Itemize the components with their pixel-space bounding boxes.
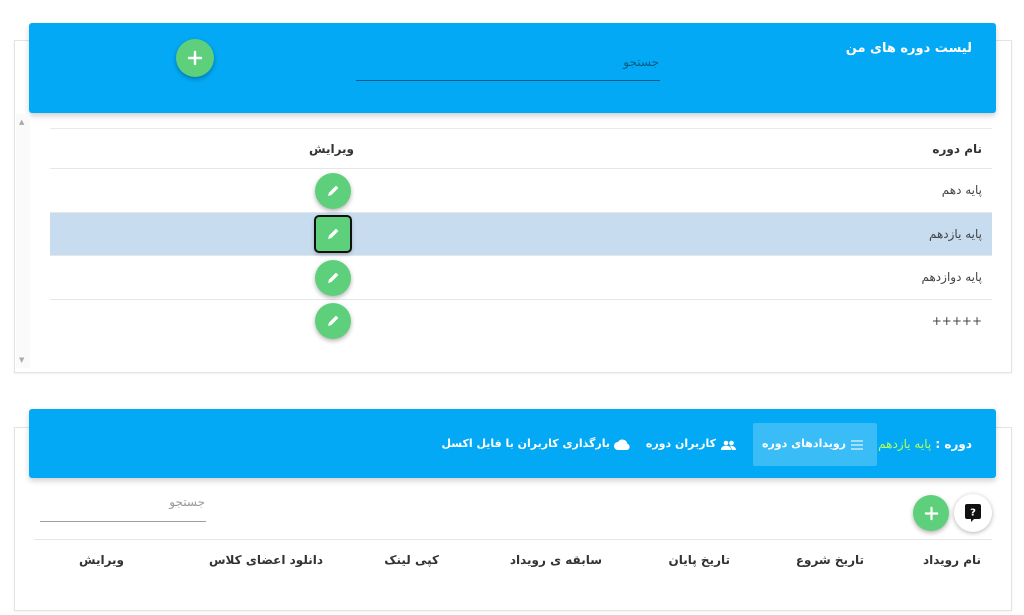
pencil-icon <box>328 228 339 239</box>
add-event-button[interactable] <box>913 495 949 531</box>
edit-course-button[interactable] <box>315 260 351 296</box>
course-name: +++++ <box>931 314 982 328</box>
cloud-icon <box>614 439 630 450</box>
tab-label: رویدادهای دوره <box>761 437 846 450</box>
list-icon <box>851 440 863 450</box>
plus-icon <box>924 506 938 520</box>
table-row-selected[interactable]: پایه یازدهم <box>50 213 992 255</box>
scroll-down-arrow-icon[interactable]: ▼ <box>19 356 24 364</box>
course-label: دوره : <box>935 437 972 451</box>
col-header-course-name: نام دوره <box>932 142 982 156</box>
col-header-event-name: نام رویداد <box>922 553 981 567</box>
col-header-start-date: تاریخ شروع <box>795 553 864 567</box>
pencil-icon <box>328 315 339 326</box>
edit-course-button[interactable] <box>314 215 352 253</box>
current-course-name: پایه یازدهم <box>878 437 932 451</box>
col-header-download-members: دانلود اعضای کلاس <box>209 553 323 567</box>
add-course-button[interactable] <box>176 39 214 77</box>
scroll-up-arrow-icon[interactable]: ▲ <box>19 118 24 126</box>
events-header: دوره : پایه یازدهم رویدادهای دوره کاربرا… <box>29 409 996 478</box>
search-input[interactable]: جستجو <box>356 49 660 81</box>
tab-course-users[interactable]: کاربران دوره <box>645 423 741 466</box>
col-header-end-date: تاریخ پایان <box>668 553 730 567</box>
edit-course-button[interactable] <box>315 173 351 209</box>
col-header-edit: ویرایش <box>309 142 355 156</box>
svg-text:?: ? <box>970 508 976 519</box>
events-search-input[interactable]: جستجو <box>40 490 206 522</box>
search-placeholder: جستجو <box>169 495 205 509</box>
help-icon: ? <box>965 504 981 522</box>
users-icon <box>721 440 736 450</box>
scrollbar[interactable]: ▲ ▼ <box>16 114 30 368</box>
help-button[interactable]: ? <box>954 494 992 532</box>
course-name: پایه دوازدهم <box>921 270 982 284</box>
pencil-icon <box>328 185 339 196</box>
page-title: لیست دوره های من <box>845 41 972 56</box>
col-header-copy-link: کپی لینک <box>384 553 439 567</box>
tab-upload-excel[interactable]: بارگذاری کاربران با فایل اکسل <box>441 423 635 466</box>
table-row[interactable]: پایه دهم <box>50 169 992 212</box>
tab-label: کاربران دوره <box>645 437 716 450</box>
search-placeholder: جستجو <box>623 55 659 69</box>
courses-header: لیست دوره های من جستجو <box>29 23 996 113</box>
col-header-edit: ویرایش <box>78 553 124 567</box>
tab-course-events[interactable]: رویدادهای دوره <box>753 423 877 466</box>
pencil-icon <box>328 272 339 283</box>
table-row[interactable]: +++++ <box>50 300 992 343</box>
col-header-event-history: سابقه ی رویداد <box>509 553 602 567</box>
tab-label: بارگذاری کاربران با فایل اکسل <box>441 437 610 450</box>
table-row[interactable]: پایه دوازدهم <box>50 256 992 299</box>
course-indicator: دوره : پایه یازدهم <box>878 437 972 451</box>
edit-course-button[interactable] <box>315 303 351 339</box>
course-name: پایه دهم <box>941 183 982 197</box>
course-name: پایه یازدهم <box>928 227 982 241</box>
plus-icon <box>187 50 203 66</box>
